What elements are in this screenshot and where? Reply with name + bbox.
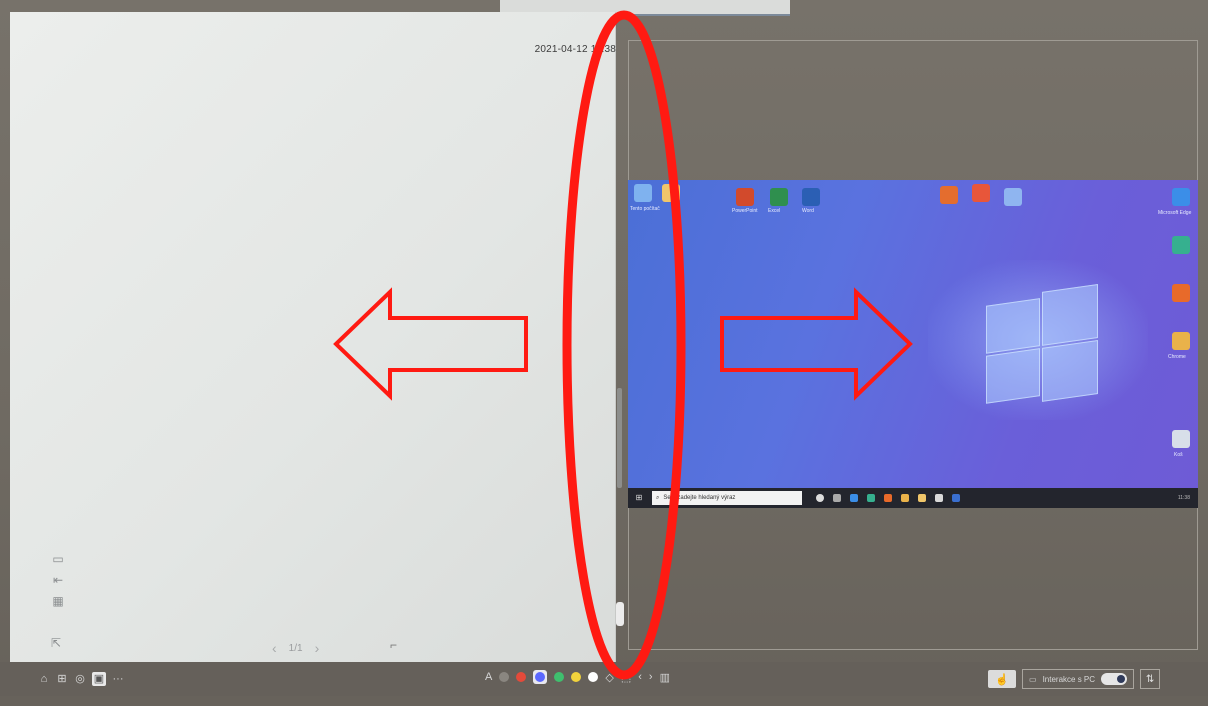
camera-icon[interactable]: ◎ [74, 673, 86, 685]
swap-screens-button[interactable]: ⇅ [1140, 669, 1161, 689]
more-icon[interactable]: ··· [112, 673, 124, 685]
record-icon[interactable] [972, 184, 990, 202]
windows-logo-icon [986, 283, 1098, 405]
eraser-icon[interactable]: ◇ [605, 671, 613, 684]
page-indicator: 1/1 [288, 642, 303, 654]
monitor-icon: ▭ [1029, 674, 1037, 684]
search-app-icon[interactable] [1004, 188, 1022, 206]
left-toolbar-group: ⌂ ⊞ ◎ ▣ ··· [38, 672, 124, 686]
taskbar-search-input[interactable]: ⌕ Sem zadejte hledaný výraz [652, 491, 802, 505]
timestamp: 2021-04-12 11:38 [534, 44, 616, 55]
hand-pointer-button[interactable]: ☝ [988, 670, 1016, 688]
recycle-bin-icon[interactable] [1172, 430, 1190, 448]
mail-taskbar-icon[interactable] [952, 494, 960, 502]
firefox-taskbar-icon[interactable] [884, 494, 892, 502]
recycle-bin-label: Koš [1174, 452, 1183, 458]
folder-icon[interactable]: ▭ [50, 552, 66, 566]
chrome-label: Chrome [1168, 354, 1186, 360]
chrome-icon[interactable] [1172, 332, 1190, 350]
text-pen-icon[interactable]: A [485, 671, 492, 683]
color-white[interactable] [588, 672, 599, 682]
color-yellow[interactable] [571, 672, 582, 682]
pen-style-icon[interactable] [499, 672, 510, 682]
powerpoint-label: PowerPoint [732, 208, 758, 214]
excel-label: Excel [768, 208, 781, 214]
color-green[interactable] [554, 672, 565, 682]
color-red[interactable] [516, 672, 527, 682]
undo-icon[interactable]: ‹ [638, 671, 642, 683]
share-icon[interactable]: ⇱ [51, 636, 61, 650]
pc-interaction-toggle[interactable] [1101, 673, 1128, 685]
taskbar-apps [816, 494, 960, 502]
this-pc-icon[interactable] [634, 184, 652, 202]
pc-interaction-control[interactable]: ▭ Interakce s PC [1022, 669, 1135, 689]
chevron-left-icon[interactable]: ‹ [272, 640, 277, 656]
right-toolbar-group: ☝ ▭ Interakce s PC ⇅ [988, 669, 1161, 689]
chevron-right-icon[interactable]: › [315, 640, 320, 656]
this-pc-label: Tento počítač [630, 206, 660, 212]
taskbar-clock[interactable]: 11:38 [1178, 495, 1190, 501]
crop-icon[interactable]: ⌐ [390, 638, 397, 652]
word-label: Word [802, 208, 814, 214]
edge-new-taskbar-icon[interactable] [867, 494, 875, 502]
store-taskbar-icon[interactable] [935, 494, 943, 502]
bottom-toolbar: ⌂ ⊞ ◎ ▣ ··· A ◇ ⬚ ‹ › ▥ ☝ ▭ Interakce s … [0, 662, 1208, 696]
split-divider-knob[interactable] [616, 602, 624, 626]
start-icon[interactable]: ⊞ [632, 488, 646, 508]
grid-icon[interactable]: ⊞ [56, 673, 68, 685]
side-toolbar: ▭ ⇤ ▦ [50, 552, 70, 615]
powerpoint-icon[interactable] [736, 188, 754, 206]
folder-icon[interactable] [662, 184, 680, 202]
select-icon[interactable]: ⬚ [621, 671, 631, 684]
redo-icon[interactable]: › [649, 671, 653, 683]
edge-new-icon[interactable] [1172, 236, 1190, 254]
cortana-icon[interactable] [816, 494, 824, 502]
task-view-icon[interactable] [833, 494, 841, 502]
page-navigator: ‹ 1/1 › [272, 640, 319, 656]
search-placeholder: Sem zadejte hledaný výraz [663, 495, 736, 501]
windows-taskbar: ⊞ ⌕ Sem zadejte hledaný výraz 11:38 [628, 488, 1198, 508]
color-blue-selected[interactable] [533, 670, 548, 684]
search-icon: ⌕ [656, 494, 660, 501]
pc-interaction-label: Interakce s PC [1042, 674, 1096, 684]
edge-icon[interactable] [1172, 188, 1190, 206]
excel-icon[interactable] [770, 188, 788, 206]
pen-toolbar: A ◇ ⬚ ‹ › ▥ [485, 670, 670, 684]
export-icon[interactable]: ⇤ [50, 573, 66, 587]
chrome-taskbar-icon[interactable] [901, 494, 909, 502]
qr-code-icon[interactable]: ▦ [50, 594, 66, 608]
vlc-icon[interactable] [940, 186, 958, 204]
whiteboard-pane[interactable]: 2021-04-12 11:38 ▭ ⇤ ▦ ⇱ ‹ 1/1 › ⌐ [10, 12, 616, 662]
firefox-icon[interactable] [1172, 284, 1190, 302]
word-icon[interactable] [802, 188, 820, 206]
whiteboard-icon[interactable]: ▣ [92, 672, 106, 686]
trash-icon[interactable]: ▥ [660, 671, 670, 684]
split-divider[interactable] [617, 388, 622, 488]
home-icon[interactable]: ⌂ [38, 673, 50, 685]
edge-label: Microsoft Edge [1158, 210, 1192, 216]
edge-taskbar-icon[interactable] [850, 494, 858, 502]
windows-desktop[interactable]: Tento počítač PowerPoint Excel Word Micr… [628, 180, 1198, 490]
explorer-taskbar-icon[interactable] [918, 494, 926, 502]
